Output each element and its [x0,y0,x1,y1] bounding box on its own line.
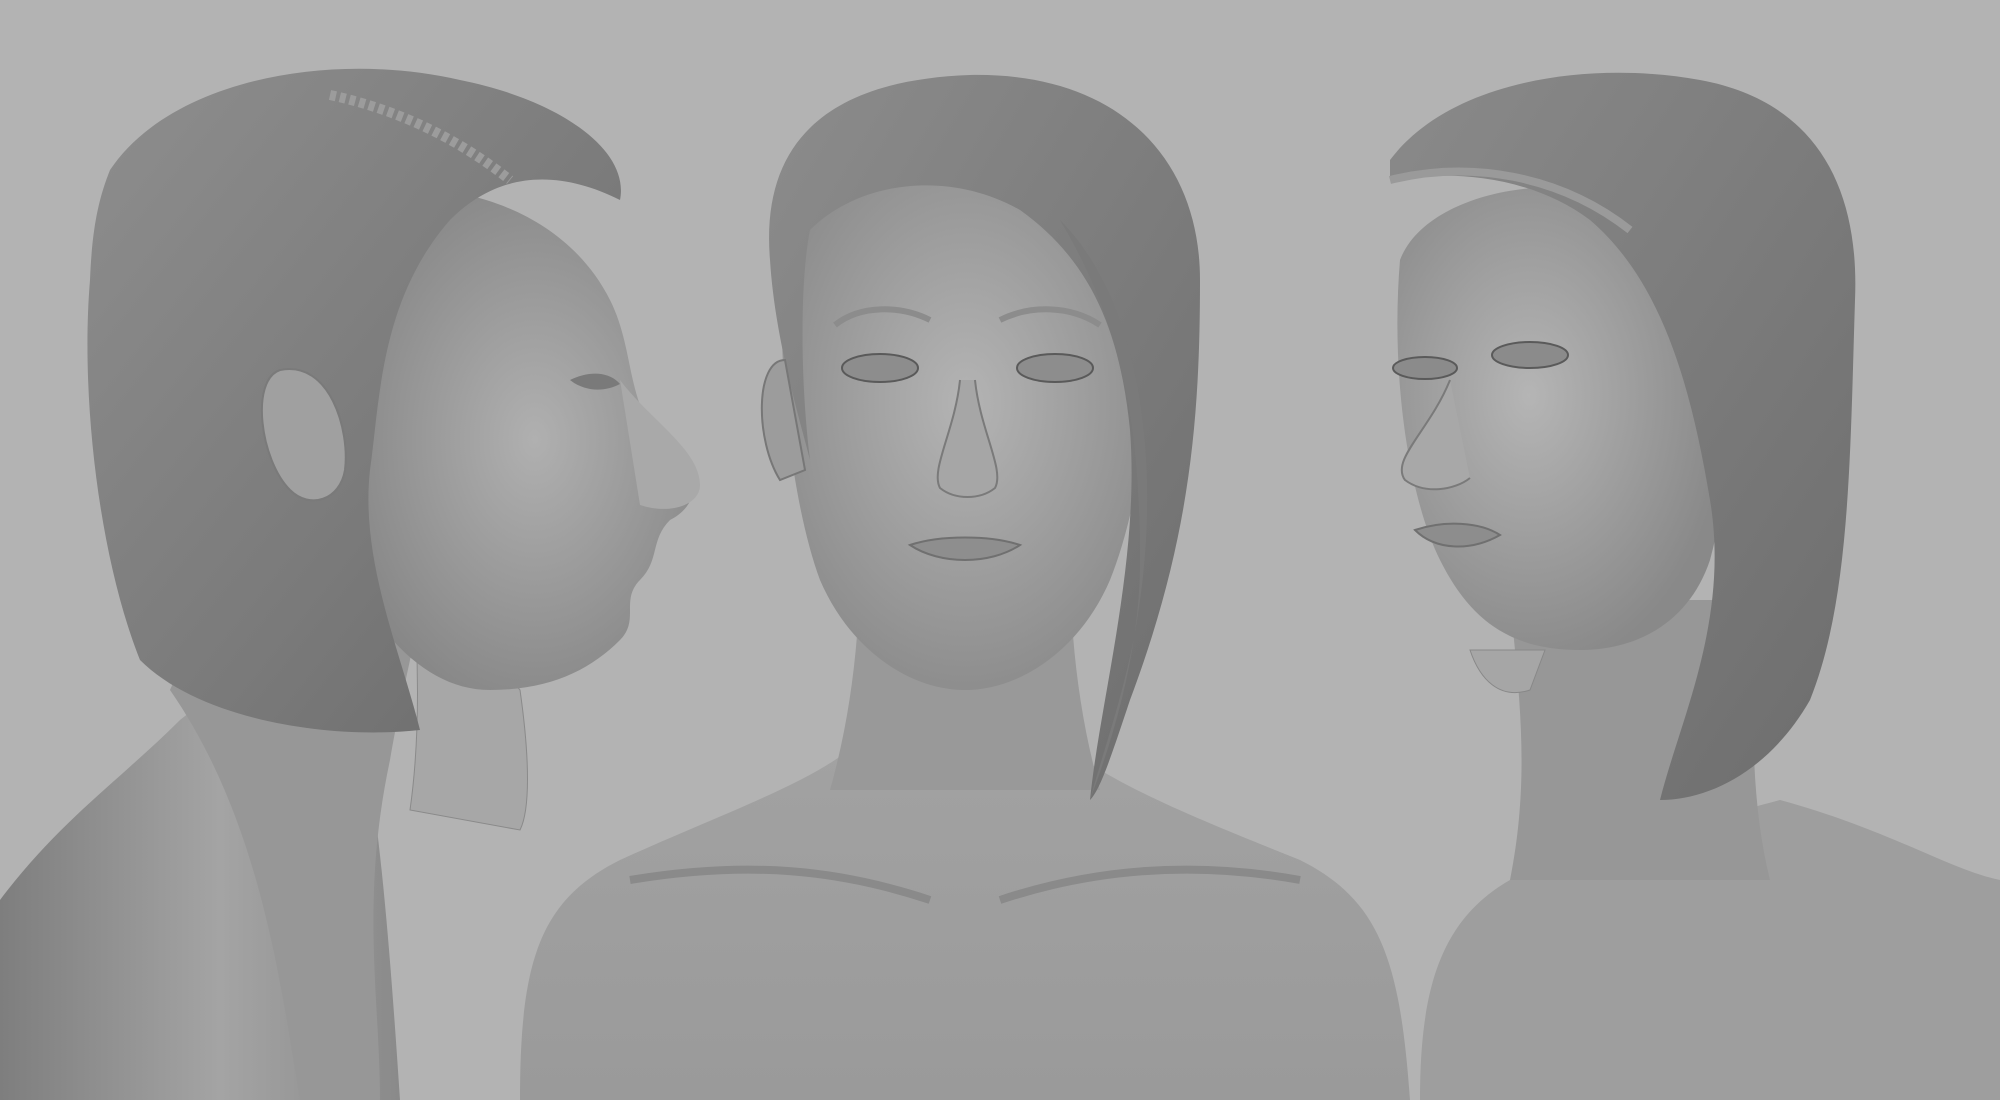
front-torso [520,740,1410,1100]
right-left-eye [1392,356,1458,380]
sculpt-view-right-three-quarter [1330,0,2000,1100]
viewport[interactable] [0,0,2000,1100]
front-right-eye [1016,353,1094,383]
right-three-quarter-sculpt [1389,72,2000,1100]
right-right-eye [1491,341,1569,369]
front-left-eye [841,353,919,383]
